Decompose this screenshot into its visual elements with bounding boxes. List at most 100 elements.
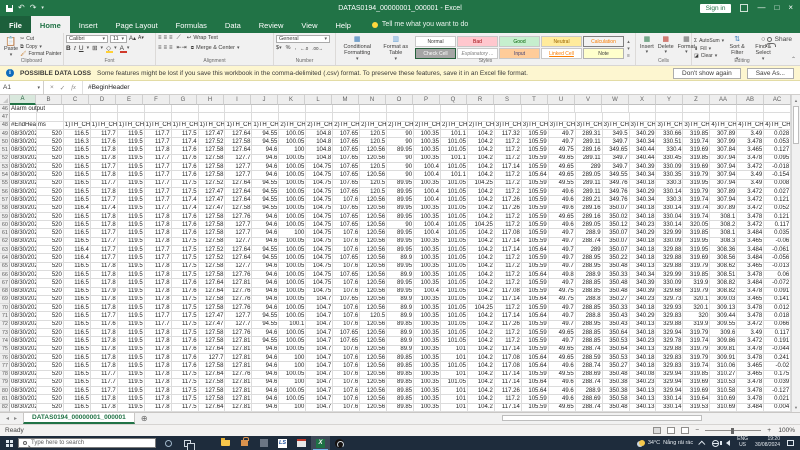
cell[interactable]: 100.05 [279,246,306,254]
cell[interactable]: 520 [37,337,64,345]
row-number-68[interactable]: 68 [0,288,10,296]
cell[interactable] [737,105,764,113]
cell[interactable]: 107.65 [333,130,360,138]
cell[interactable]: 120.56 [360,288,387,296]
cell[interactable]: 340.18 [630,254,657,262]
cell-style-bad[interactable]: Bad [457,36,498,47]
cell[interactable]: 104.7 [306,321,333,329]
cell[interactable]: 117.8 [91,188,118,196]
cell[interactable]: 89.85 [387,395,414,403]
zoom-slider[interactable] [705,430,761,431]
cell[interactable]: 08/30/202 [10,238,37,246]
cell[interactable]: 329.78 [656,337,683,345]
cell[interactable]: 350.33 [603,271,630,279]
cell[interactable]: -0.127 [764,387,791,395]
cell[interactable]: 100.05 [279,180,306,188]
cell[interactable]: 119.5 [118,246,145,254]
cell[interactable]: 127.81 [225,379,252,387]
cell[interactable]: 319.74 [683,138,710,146]
cell[interactable]: 08/30/202 [10,171,37,179]
cell[interactable]: 117.6 [172,213,199,221]
cell[interactable]: 120.56 [360,337,387,345]
cell[interactable]: 104.2 [468,379,495,387]
cell[interactable]: 127.64 [199,288,226,296]
cell[interactable]: 116.3 [64,138,91,146]
cell[interactable]: 08/30/202 [10,371,37,379]
cell[interactable]: 104.7 [306,329,333,337]
cell[interactable]: 104.7 [306,312,333,320]
cell[interactable]: 49.6 [549,221,576,229]
copy-button[interactable]: ⧉Copy▾ [20,44,61,51]
cell[interactable]: 340.34 [630,171,657,179]
cell[interactable]: 3.478 [737,213,764,221]
cell[interactable]: 49.7 [549,312,576,320]
cell[interactable]: 4)TH_CH1 [710,122,737,130]
cell[interactable]: 116.5 [64,229,91,237]
cell[interactable]: 49.7 [549,246,576,254]
cell[interactable]: 350.64 [603,329,630,337]
cell[interactable]: 117.8 [91,304,118,312]
cell[interactable]: 101.05 [441,296,468,304]
cell[interactable]: 104.75 [306,254,333,262]
cell[interactable]: 288.59 [576,354,603,362]
cell[interactable]: 100.05 [279,346,306,354]
cell[interactable]: 104.2 [468,346,495,354]
cell[interactable]: 100.05 [279,130,306,138]
cell[interactable]: 3.484 [737,404,764,412]
cell[interactable]: 117.5 [172,238,199,246]
cell[interactable]: 94.55 [252,321,279,329]
cell[interactable] [145,113,172,121]
cell[interactable]: 116.5 [64,221,91,229]
cell[interactable]: 117.6 [172,146,199,154]
cell[interactable]: 520 [37,354,64,362]
cell[interactable]: 330.51 [656,138,683,146]
cell[interactable] [118,105,145,113]
column-header-E[interactable]: E [116,95,143,105]
cell[interactable]: 288.69 [576,371,603,379]
cell[interactable]: 104.2 [468,138,495,146]
cell[interactable]: 117.14 [495,404,522,412]
cell[interactable]: 329.88 [656,321,683,329]
row-number-58[interactable]: 58 [0,205,10,213]
cell[interactable]: 100.35 [414,254,441,262]
cell[interactable]: 117.8 [91,271,118,279]
cell[interactable]: 340.39 [630,163,657,171]
cell[interactable]: 117.6 [172,155,199,163]
cell[interactable] [710,113,737,121]
cell[interactable]: 101.05 [441,196,468,204]
cell[interactable]: 117.6 [172,337,199,345]
cell[interactable]: 117.7 [145,138,172,146]
cell[interactable]: 309.13 [710,304,737,312]
cell[interactable]: 08/30/202 [10,229,37,237]
cell[interactable]: 520 [37,288,64,296]
cell[interactable]: 0.027 [764,188,791,196]
cell[interactable]: 117.8 [91,395,118,403]
cell[interactable]: 100.1 [279,321,306,329]
cell[interactable]: 100.35 [414,312,441,320]
column-header-V[interactable]: V [575,95,602,105]
cell[interactable]: 119.5 [118,288,145,296]
cell[interactable]: 104.75 [306,279,333,287]
cell[interactable]: 105.59 [522,221,549,229]
cell[interactable]: 288.74 [576,238,603,246]
cell[interactable] [468,113,495,121]
cell[interactable]: 104.7 [306,379,333,387]
cell[interactable]: 94.6 [252,304,279,312]
cell[interactable]: 350.48 [603,279,630,287]
cell[interactable]: 0.035 [764,229,791,237]
cell[interactable]: 117.32 [495,130,522,138]
cell[interactable]: 119.5 [118,205,145,213]
row-number-48[interactable]: 48 [0,122,10,130]
cell[interactable]: 3.478 [737,312,764,320]
cell[interactable]: 107.6 [333,229,360,237]
cell[interactable]: 288.9 [576,271,603,279]
cell[interactable]: 330.14 [656,395,683,403]
cell[interactable]: 0.127 [764,146,791,154]
cell[interactable]: 1)TH_CH3 [118,122,145,130]
cell[interactable]: 349.7 [603,155,630,163]
row-number-78[interactable]: 78 [0,371,10,379]
cell[interactable]: 308.1 [710,229,737,237]
cell[interactable]: 100.05 [279,337,306,345]
cell[interactable]: 3.472 [737,221,764,229]
cell[interactable]: 288.74 [576,379,603,387]
